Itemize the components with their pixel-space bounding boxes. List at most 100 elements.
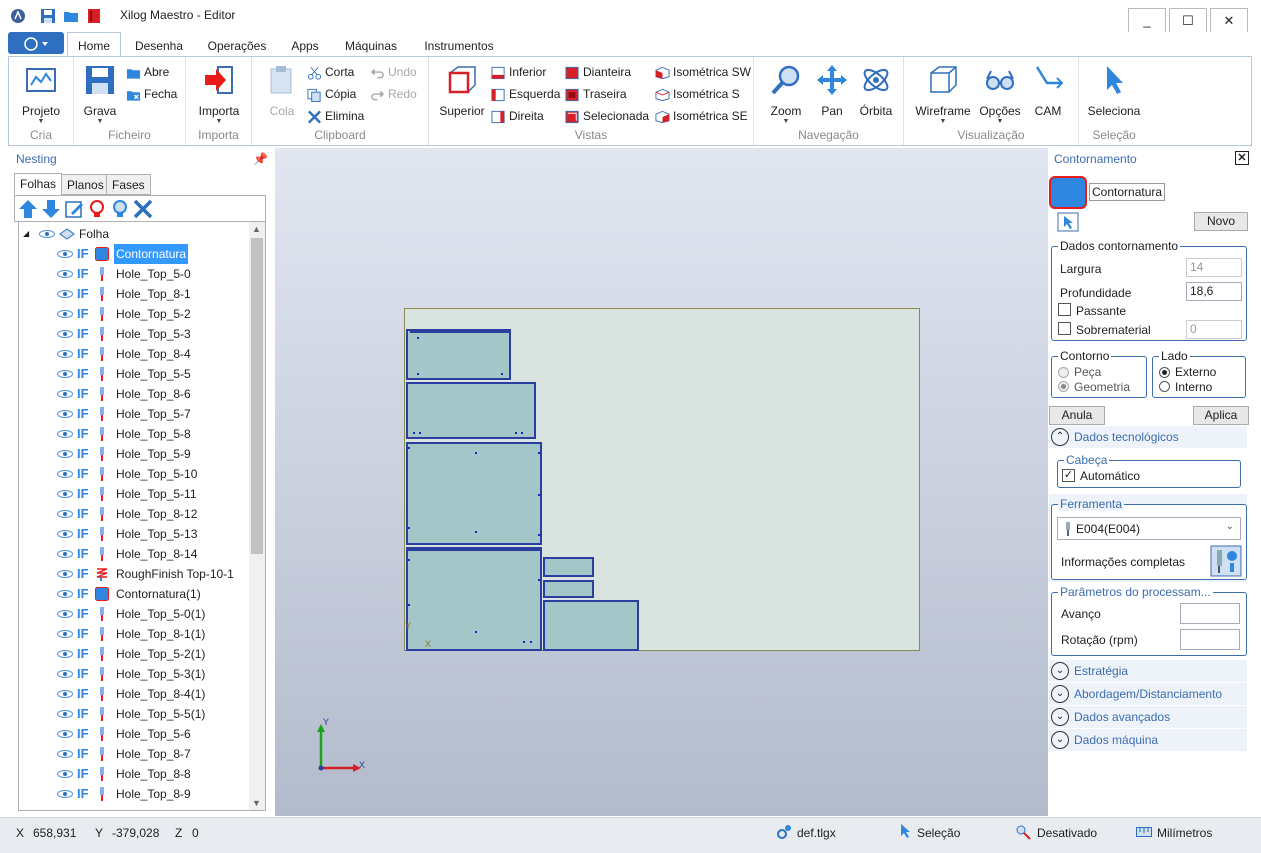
- tab-maquinas[interactable]: Máquinas: [334, 35, 408, 56]
- passante-checkbox[interactable]: [1058, 303, 1071, 316]
- eye-icon[interactable]: [57, 770, 73, 778]
- peca-radio[interactable]: [1058, 367, 1069, 378]
- condition-if-icon[interactable]: IF: [77, 324, 89, 344]
- sobrematerial-checkbox[interactable]: [1058, 322, 1071, 335]
- bulb-off-icon[interactable]: [86, 198, 108, 220]
- operation-name[interactable]: Contornatura: [1089, 183, 1166, 201]
- eye-icon[interactable]: [57, 390, 73, 398]
- tree-item[interactable]: IF Hole_Top_8-14: [19, 544, 251, 564]
- eye-icon[interactable]: [57, 490, 73, 498]
- rotacao-field[interactable]: [1180, 629, 1240, 650]
- ferramenta-select[interactable]: E004(E004) ⌄: [1057, 517, 1241, 540]
- condition-if-icon[interactable]: IF: [77, 424, 89, 444]
- condition-if-icon[interactable]: IF: [77, 704, 89, 724]
- scroll-down-icon[interactable]: ▼: [252, 798, 261, 808]
- tab-folhas[interactable]: Folhas: [14, 173, 63, 195]
- tree-item[interactable]: IF Hole_Top_8-8: [19, 764, 251, 784]
- selecionada-button[interactable]: Selecionada: [565, 107, 649, 127]
- condition-if-icon[interactable]: IF: [77, 604, 89, 624]
- eye-icon[interactable]: [57, 790, 73, 798]
- eye-icon[interactable]: [57, 650, 73, 658]
- tree-root[interactable]: ◢ Folha: [19, 224, 251, 244]
- eye-icon[interactable]: [57, 330, 73, 338]
- eye-icon[interactable]: [57, 630, 73, 638]
- sobrematerial-field[interactable]: 0: [1186, 320, 1242, 339]
- viewport-canvas[interactable]: Y X Y X: [275, 148, 1048, 816]
- automatico-checkbox[interactable]: ✓: [1062, 469, 1075, 482]
- tree-item[interactable]: IF Hole_Top_5-0: [19, 264, 251, 284]
- tree-item[interactable]: IF Hole_Top_5-3(1): [19, 664, 251, 684]
- aplica-button[interactable]: Aplica: [1193, 406, 1249, 425]
- condition-if-icon[interactable]: IF: [77, 264, 89, 284]
- nested-part[interactable]: [406, 329, 511, 380]
- collapse-icon[interactable]: ◢: [23, 224, 29, 244]
- tab-desenha[interactable]: Desenha: [126, 35, 192, 56]
- eye-icon[interactable]: [57, 350, 73, 358]
- expand-section-icon[interactable]: ⌄: [1051, 731, 1069, 749]
- corta-button[interactable]: Corta: [307, 63, 354, 83]
- save-quick-icon[interactable]: [40, 8, 56, 24]
- cola-button[interactable]: Cola: [260, 63, 304, 118]
- eye-icon[interactable]: [57, 730, 73, 738]
- pick-element-icon[interactable]: [1057, 212, 1079, 232]
- condition-if-icon[interactable]: IF: [77, 464, 89, 484]
- tree-item[interactable]: IF Hole_Top_8-1: [19, 284, 251, 304]
- expand-section-icon[interactable]: ⌄: [1051, 708, 1069, 726]
- tree-item[interactable]: IF Hole_Top_8-4(1): [19, 684, 251, 704]
- condition-if-icon[interactable]: IF: [77, 384, 89, 404]
- condition-if-icon[interactable]: IF: [77, 524, 89, 544]
- scroll-up-icon[interactable]: ▲: [252, 224, 261, 234]
- tab-apps[interactable]: Apps: [282, 35, 328, 56]
- tree-item[interactable]: IF Contornatura: [19, 244, 251, 264]
- eye-icon[interactable]: [57, 250, 73, 258]
- grava-button[interactable]: Grava ▼: [80, 63, 120, 126]
- condition-if-icon[interactable]: IF: [77, 684, 89, 704]
- snap-state[interactable]: Desativado: [1037, 826, 1097, 840]
- redo-button[interactable]: Redo: [370, 85, 417, 105]
- close-button[interactable]: ✕: [1210, 8, 1248, 34]
- condition-if-icon[interactable]: IF: [77, 504, 89, 524]
- superior-button[interactable]: Superior: [437, 63, 487, 118]
- eye-icon[interactable]: [57, 550, 73, 558]
- abre-button[interactable]: Abre: [126, 63, 169, 83]
- contour-tool-icon[interactable]: [1049, 176, 1087, 209]
- anula-button[interactable]: Anula: [1049, 406, 1105, 425]
- orbita-button[interactable]: Órbita: [856, 63, 896, 118]
- nested-part[interactable]: [406, 382, 536, 439]
- open-quick-icon[interactable]: [63, 8, 79, 24]
- novo-button[interactable]: Novo: [1194, 212, 1248, 231]
- tree-item[interactable]: IF Hole_Top_5-5: [19, 364, 251, 384]
- condition-if-icon[interactable]: IF: [77, 444, 89, 464]
- condition-if-icon[interactable]: IF: [77, 284, 89, 304]
- tab-operacoes[interactable]: Operações: [198, 35, 276, 56]
- tree-item[interactable]: IF Hole_Top_8-6: [19, 384, 251, 404]
- condition-if-icon[interactable]: IF: [77, 784, 89, 804]
- application-menu-button[interactable]: [8, 32, 64, 54]
- condition-if-icon[interactable]: IF: [77, 344, 89, 364]
- estrategia-header[interactable]: ⌄ Estratégia: [1049, 660, 1247, 682]
- eye-icon[interactable]: [57, 510, 73, 518]
- eye-icon[interactable]: [57, 530, 73, 538]
- tab-instrumentos[interactable]: Instrumentos: [414, 35, 504, 56]
- tree-item[interactable]: IF Hole_Top_5-2: [19, 304, 251, 324]
- profundidade-field[interactable]: 18,6: [1186, 282, 1242, 301]
- condition-if-icon[interactable]: IF: [77, 624, 89, 644]
- dianteira-button[interactable]: Dianteira: [565, 63, 631, 83]
- tab-planos[interactable]: Planos: [61, 174, 110, 195]
- condition-if-icon[interactable]: IF: [77, 764, 89, 784]
- tree-item[interactable]: IF Hole_Top_5-7: [19, 404, 251, 424]
- tree-item[interactable]: IF Contornatura(1): [19, 584, 251, 604]
- pin-icon[interactable]: 📌: [253, 152, 268, 166]
- inferior-button[interactable]: Inferior: [491, 63, 546, 83]
- isometrica-s-button[interactable]: Isométrica S: [655, 85, 740, 105]
- eye-icon[interactable]: [57, 370, 73, 378]
- condition-if-icon[interactable]: IF: [77, 664, 89, 684]
- eye-icon[interactable]: [57, 270, 73, 278]
- traseira-button[interactable]: Traseira: [565, 85, 627, 105]
- eye-icon[interactable]: [57, 590, 73, 598]
- condition-if-icon[interactable]: IF: [77, 364, 89, 384]
- dados-tecnologicos-header[interactable]: ⌃ Dados tecnológicos: [1049, 426, 1247, 448]
- condition-if-icon[interactable]: IF: [77, 484, 89, 504]
- nested-part[interactable]: [543, 580, 594, 598]
- tab-home[interactable]: Home: [67, 32, 121, 56]
